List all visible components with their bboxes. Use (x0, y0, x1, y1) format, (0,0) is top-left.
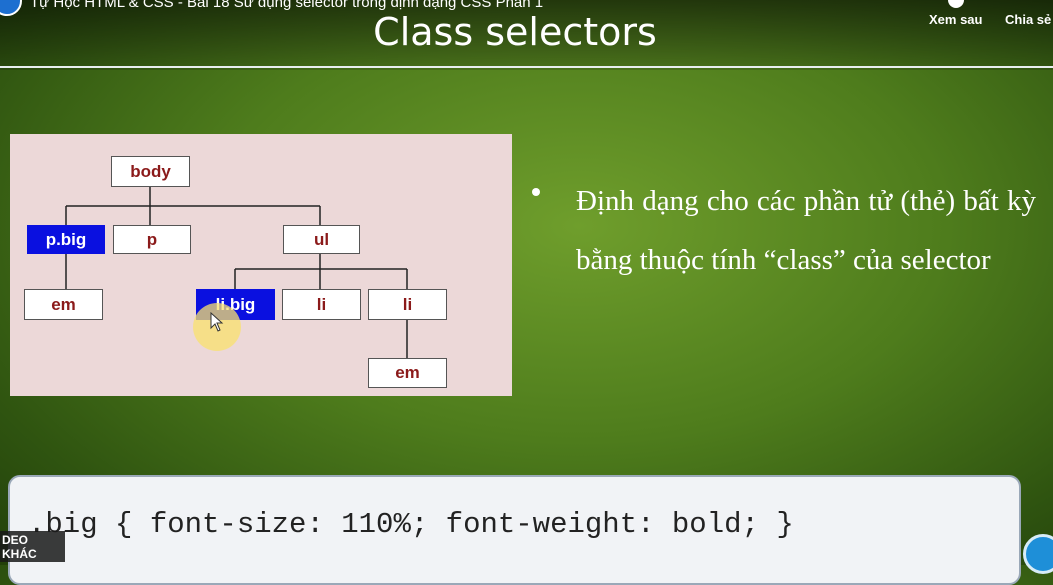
watch-later-label: Xem sau (929, 12, 983, 27)
watch-later-button[interactable]: Xem sau (929, 0, 983, 27)
share-label: Chia sẻ (1005, 12, 1052, 27)
css-code-line: .big { font-size: 110%; font-weight: bol… (28, 508, 794, 541)
bullet-text: Định dạng cho các phần tử (thẻ) bất kỳ b… (576, 185, 1036, 276)
tree-node-body: body (111, 156, 190, 187)
dom-tree-diagram: body p.big p ul em li.big li li em (10, 134, 512, 396)
share-button[interactable]: Chia sẻ (1005, 12, 1051, 27)
tree-node-ul: ul (283, 225, 360, 254)
tree-node-em: em (368, 358, 447, 388)
code-example-box: .big { font-size: 110%; font-weight: bol… (8, 475, 1021, 585)
channel-watermark-logo[interactable] (1023, 534, 1053, 574)
slide-title: Class selectors (373, 10, 657, 54)
tree-node-p-big: p.big (27, 225, 105, 254)
tree-node-li: li (282, 289, 361, 320)
more-videos-button[interactable]: DEO KHÁC (0, 531, 65, 562)
tree-node-p: p (113, 225, 191, 254)
mouse-pointer-icon (210, 312, 224, 332)
tree-connectors (65, 187, 408, 358)
tree-node-em: em (24, 289, 103, 320)
bullet-icon (532, 188, 540, 196)
title-divider (0, 66, 1053, 68)
tree-node-li: li (368, 289, 447, 320)
